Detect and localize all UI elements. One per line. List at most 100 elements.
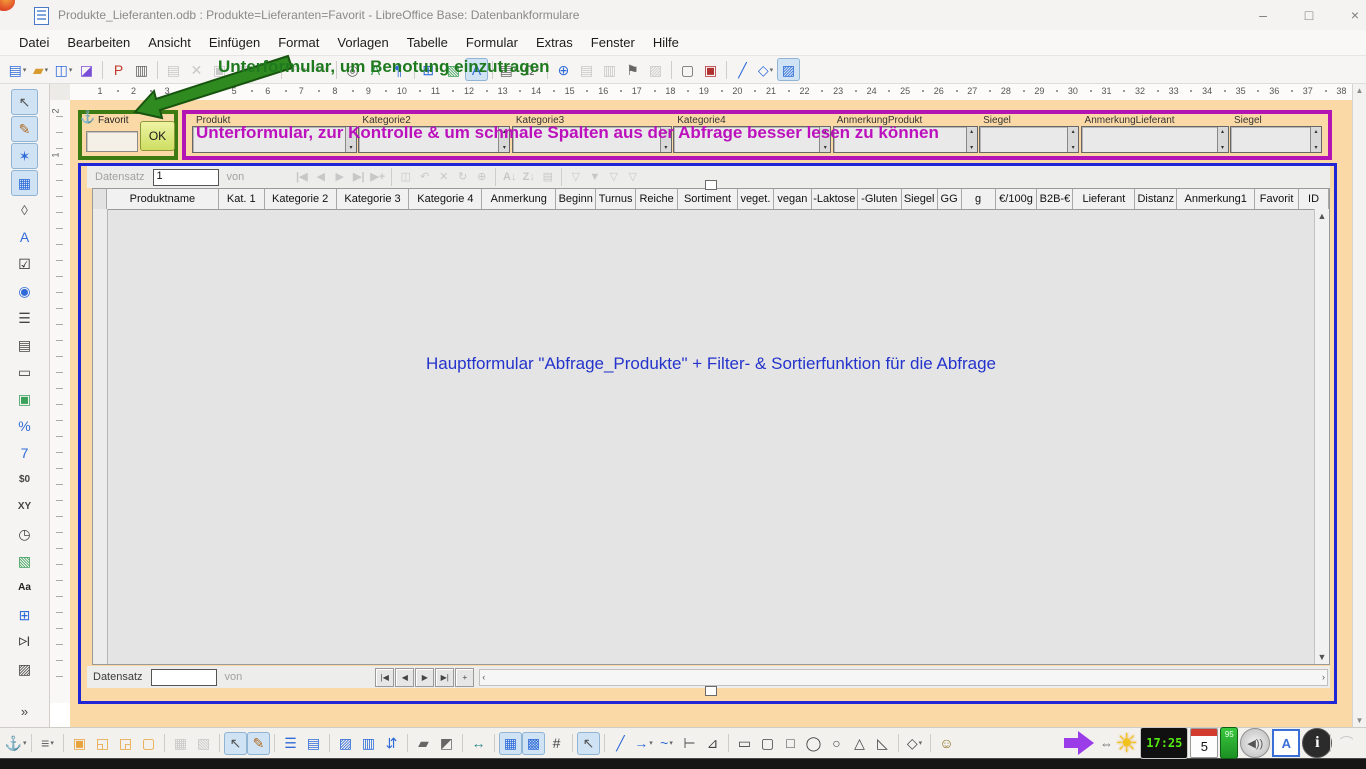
table-control[interactable]: ProduktnameKat. 1Kategorie 2Kategorie 3K…	[92, 188, 1330, 665]
scroll-right-icon[interactable]: ›	[1322, 672, 1325, 682]
column-header-lieferant[interactable]: Lieferant	[1073, 189, 1135, 209]
vertical-ruler[interactable]: 21	[50, 100, 71, 703]
isosceles-triangle-icon[interactable]: △	[848, 732, 871, 755]
select-pointer-icon[interactable]: ↖	[577, 732, 600, 755]
list-box-icon[interactable]: ☰	[11, 305, 38, 331]
spin-buttons-icon[interactable]: ▴▾	[498, 127, 509, 152]
menu-ansicht[interactable]: Ansicht	[139, 32, 200, 53]
freeform-line-icon[interactable]: ⊿	[701, 732, 724, 755]
minimize-button[interactable]: –	[1248, 4, 1278, 26]
design-mode-toggle-icon[interactable]: ▨	[777, 58, 800, 81]
subform-control-box[interactable]: Produkt▴▾Kategorie2▴▾Kategorie3▴▾Kategor…	[182, 110, 1332, 160]
column-header-vegan[interactable]: vegan	[774, 189, 812, 209]
image-control-icon[interactable]: ▧	[11, 548, 38, 574]
dropdown-caret-icon[interactable]: ▾	[919, 739, 923, 747]
form-design-icon[interactable]: ▦	[11, 170, 38, 196]
vertical-scrollbar-window[interactable]: ▲ ▼	[1352, 84, 1366, 727]
column-header-€100g[interactable]: €/100g	[996, 189, 1038, 209]
save-as-icon[interactable]: ◪	[75, 58, 98, 81]
scroll-down-icon[interactable]: ▼	[1318, 652, 1327, 662]
dropdown-caret-icon[interactable]: ▾	[23, 66, 27, 74]
insert-textbox-icon[interactable]: A	[465, 58, 488, 81]
prev-record-button[interactable]: ◀	[395, 668, 414, 687]
column-header-kat1[interactable]: Kat. 1	[219, 189, 265, 209]
table-body[interactable]: ▲ ▼	[93, 209, 1329, 664]
menu-hilfe[interactable]: Hilfe	[644, 32, 688, 53]
selection-handle-bottom[interactable]	[705, 686, 717, 696]
send-backward-icon[interactable]: ◲	[114, 732, 137, 755]
column-header-gluten[interactable]: -Gluten	[858, 189, 902, 209]
last-record-button[interactable]: ▶|	[435, 668, 454, 687]
design-mode-icon[interactable]: ✎	[11, 116, 38, 142]
toolbar-overflow-icon[interactable]: »	[1358, 731, 1366, 754]
spin-buttons-icon[interactable]: ▴▾	[1067, 127, 1078, 152]
dropdown-caret-icon[interactable]: ▾	[535, 66, 539, 74]
column-header-b2b€[interactable]: B2B-€	[1037, 189, 1073, 209]
send-to-back-icon[interactable]: ▢	[137, 732, 160, 755]
next-record-button[interactable]: ▶	[415, 668, 434, 687]
selection-handle-top[interactable]	[705, 180, 717, 190]
text-box-icon[interactable]: A	[11, 224, 38, 250]
row-header-cell[interactable]	[93, 189, 107, 209]
field-kategorie4[interactable]: Kategorie4▴▾	[673, 115, 831, 155]
dropdown-caret-icon[interactable]: ▾	[50, 739, 54, 747]
column-header-laktose[interactable]: -Laktose	[812, 189, 858, 209]
automatic-control-focus-icon[interactable]: ◩	[435, 732, 458, 755]
anchor-icon[interactable]: ⚓▾	[4, 732, 27, 755]
field-kategorie2[interactable]: Kategorie2▴▾	[358, 115, 510, 155]
form-wizard-icon[interactable]: ✶	[11, 143, 38, 169]
track-changes-icon[interactable]: ▣	[699, 58, 722, 81]
digital-clock-widget[interactable]: 17:25	[1140, 727, 1188, 759]
insert-field-icon[interactable]: ▤▾	[497, 58, 520, 81]
field-kategorie3[interactable]: Kategorie3▴▾	[512, 115, 672, 155]
menu-extras[interactable]: Extras	[527, 32, 582, 53]
image-button-icon[interactable]: ▣	[11, 386, 38, 412]
column-header-kategorie3[interactable]: Kategorie 3	[337, 189, 410, 209]
dropdown-caret-icon[interactable]: ▾	[325, 66, 329, 74]
spin-buttons-icon[interactable]: ▴▾	[1310, 127, 1321, 152]
navigation-bar-icon[interactable]: ▷|	[11, 629, 38, 655]
record-number-input[interactable]	[151, 669, 217, 686]
special-character-icon[interactable]: Ω▾	[520, 58, 543, 81]
first-record-button[interactable]: |◀	[375, 668, 394, 687]
combo-box-icon[interactable]: ▤	[11, 332, 38, 358]
helplines-icon[interactable]: #	[545, 732, 568, 755]
curve-icon[interactable]: ~▾	[655, 732, 678, 755]
column-header-sortiment[interactable]: Sortiment	[678, 189, 738, 209]
lines-arrows-icon[interactable]: →▾	[632, 732, 655, 755]
dropdown-caret-icon[interactable]: ▾	[23, 739, 27, 747]
column-header-siegel[interactable]: Siegel	[902, 189, 938, 209]
snap-to-grid-icon[interactable]: ▩	[522, 732, 545, 755]
design-mode-icon[interactable]: ✎	[247, 732, 270, 755]
subform-favorit-box[interactable]: ⚓ Favorit OK	[78, 110, 178, 160]
insert-bookmark-icon[interactable]: ⚑	[621, 58, 644, 81]
select-icon[interactable]: ↖	[224, 732, 247, 755]
dropdown-caret-icon[interactable]: ▾	[302, 66, 306, 74]
label-field-icon[interactable]: ◊	[11, 197, 38, 223]
menu-vorlagen[interactable]: Vorlagen	[328, 32, 397, 53]
favorit-input[interactable]	[86, 131, 138, 152]
align-icon[interactable]: ≡▾	[36, 732, 59, 755]
column-header-beginn[interactable]: Beginn	[556, 189, 596, 209]
more-controls-icon[interactable]: ▨	[11, 656, 38, 682]
push-button-icon[interactable]: ▭	[11, 359, 38, 385]
currency-field-icon[interactable]: $0	[11, 467, 38, 493]
column-header-distanz[interactable]: Distanz	[1135, 189, 1177, 209]
column-header-reiche[interactable]: Reiche	[636, 189, 678, 209]
field-textbox[interactable]: ▴▾	[833, 126, 978, 153]
field-textbox[interactable]: ▴▾	[979, 126, 1079, 153]
volume-speaker-icon[interactable]: ◀))	[1240, 728, 1270, 758]
dropdown-caret-icon[interactable]: ▾	[770, 66, 774, 74]
dropdown-caret-icon[interactable]: ▾	[514, 66, 518, 74]
launcher-arrow-icon[interactable]	[1064, 731, 1098, 755]
field-textbox[interactable]: ▴▾	[1230, 126, 1322, 153]
hyperlink-icon[interactable]: ⊕	[552, 58, 575, 81]
ok-button[interactable]: OK	[140, 121, 175, 151]
field-anmerkungprodukt[interactable]: AnmerkungProdukt▴▾	[833, 115, 978, 155]
table-control-icon[interactable]: ⊞	[11, 602, 38, 628]
scroll-up-icon[interactable]: ▲	[1356, 86, 1364, 95]
maximize-button[interactable]: □	[1294, 4, 1324, 26]
menu-fenster[interactable]: Fenster	[582, 32, 644, 53]
column-header-turnus[interactable]: Turnus	[596, 189, 636, 209]
column-header-veget[interactable]: veget.	[738, 189, 774, 209]
